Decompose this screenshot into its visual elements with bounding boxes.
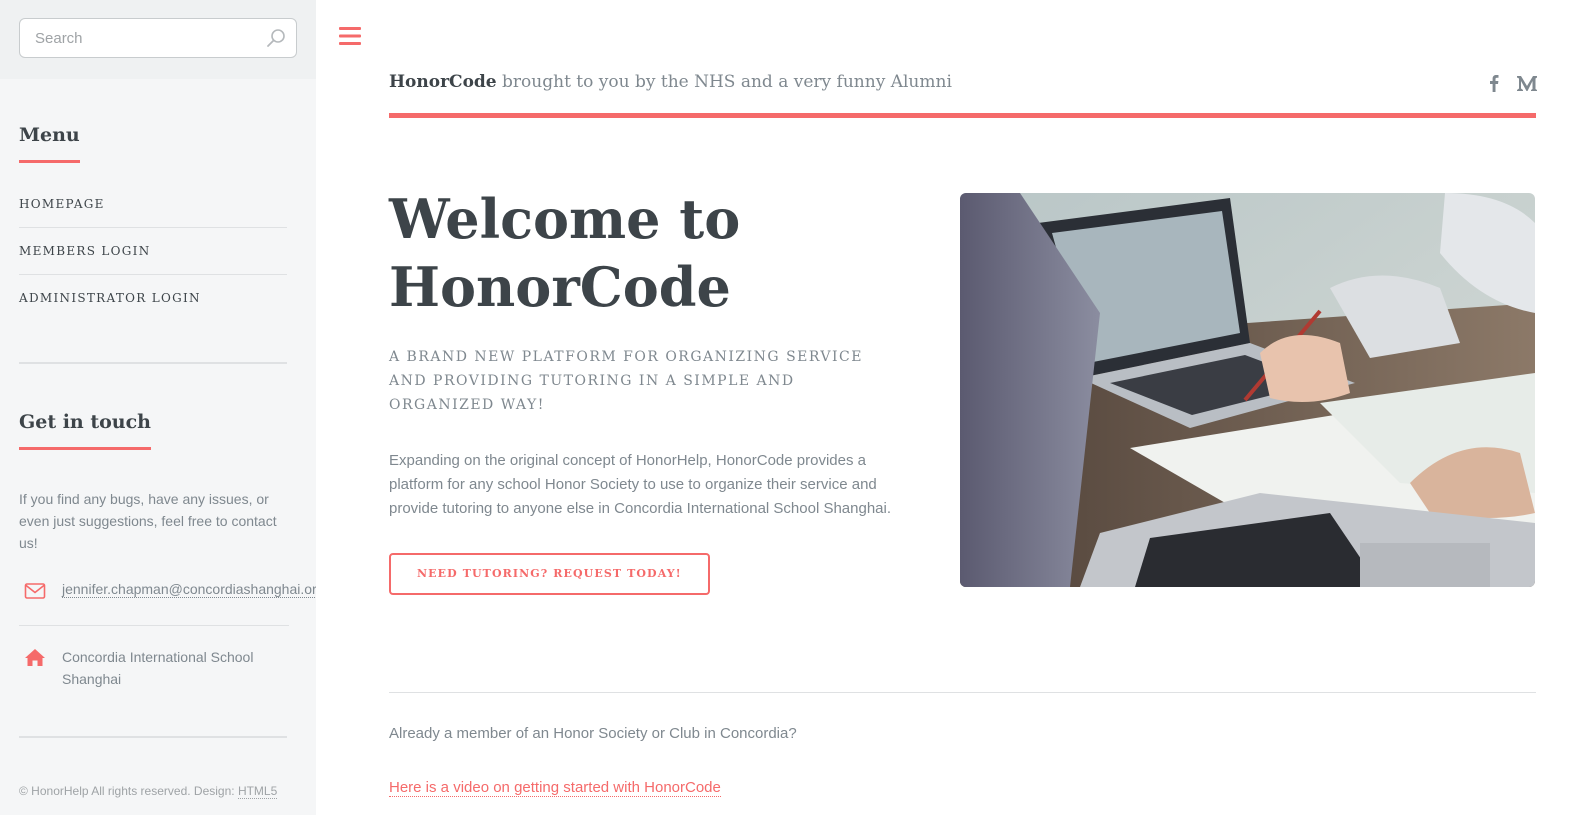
hero-title-line1: Welcome to [389,187,741,251]
menu-heading: Menu [19,124,80,163]
hero-subtitle: A BRAND NEW PLATFORM FOR ORGANIZING SERV… [389,349,863,413]
sidebar: Menu HOMEPAGE MEMBERS LOGIN ADMINISTRATO… [0,0,316,815]
email-link[interactable]: jennifer.chapman@concordiashanghai.org [62,581,316,598]
hero-title-line2: HonorCode [389,255,731,319]
request-tutoring-button[interactable]: NEED TUTORING? REQUEST TODAY! [389,553,710,595]
email-row: jennifer.chapman@concordiashanghai.org [19,581,316,626]
footer-copyright: © HonorHelp All rights reserved. Design:… [19,784,287,799]
footer-text: © HonorHelp All rights reserved. Design: [19,784,238,798]
envelope-icon [19,581,46,605]
medium-icon[interactable] [1516,73,1537,93]
brand-tagline: brought to you by the NHS and a very fun… [502,72,952,92]
member-question: Already a member of an Honor Society or … [389,725,797,742]
getting-started-video-link[interactable]: Here is a video on getting started with … [389,779,721,797]
search-icon[interactable] [266,28,286,48]
menu-item-homepage[interactable]: HOMEPAGE [19,197,287,227]
section-divider [389,692,1536,693]
contact-divider [19,736,287,738]
page-header: HonorCode brought to you by the NHS and … [389,66,1537,118]
header-logo[interactable]: HonorCode brought to you by the NHS and … [389,72,952,92]
hero-description: Expanding on the original concept of Hon… [389,452,892,517]
search-box [19,18,297,58]
contact-heading: Get in touch [19,411,151,450]
social-icons [1484,73,1537,93]
footer-design-link[interactable]: HTML5 [237,784,278,799]
hamburger-icon[interactable] [339,26,361,46]
brand-name: HonorCode [389,72,497,92]
search-input[interactable] [20,19,296,57]
sidebar-menu: Menu HOMEPAGE MEMBERS LOGIN ADMINISTRATO… [0,79,316,799]
home-icon [19,646,46,673]
address-row: Concordia International School Shanghai [19,646,287,690]
search-section [0,0,316,79]
banner: Welcome to HonorCode A BRAND NEW PLATFOR… [389,185,909,595]
menu-list: HOMEPAGE MEMBERS LOGIN ADMINISTRATOR LOG… [19,197,287,321]
address-text: Concordia International School Shanghai [62,649,254,687]
main-content: HonorCode brought to you by the NHS and … [316,0,1591,815]
menu-item-members-login[interactable]: MEMBERS LOGIN [19,227,287,274]
hero-title: Welcome to HonorCode [389,185,909,321]
contact-description: If you find any bugs, have any issues, o… [19,491,277,551]
facebook-icon[interactable] [1484,73,1504,93]
hero-image [960,193,1535,587]
laptops-workspace-photo [960,193,1535,587]
menu-item-administrator-login[interactable]: ADMINISTRATOR LOGIN [19,274,287,321]
